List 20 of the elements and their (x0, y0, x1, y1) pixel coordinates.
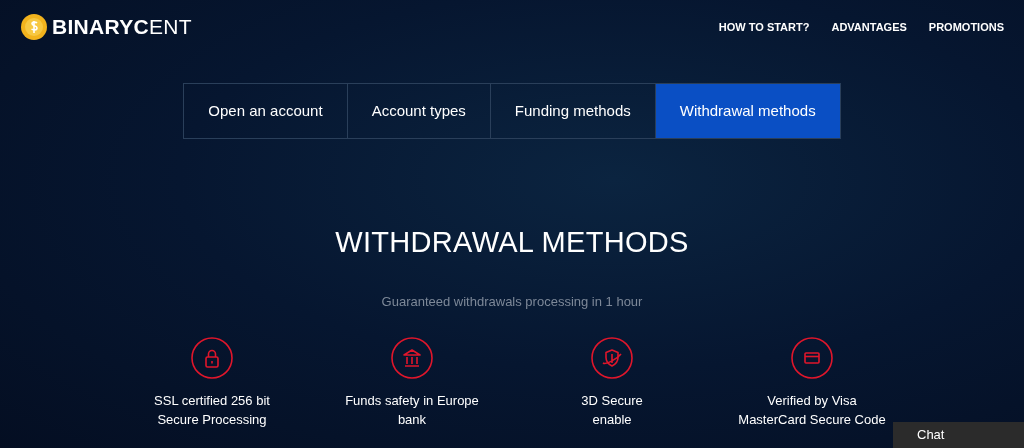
bank-icon (391, 337, 433, 380)
tab[interactable]: Withdrawal methods (654, 84, 840, 138)
subtitle: Guaranteed withdrawals processing in 1 hour (380, 292, 644, 311)
nav-link[interactable]: ADVANTAGES (831, 18, 907, 36)
feature-text: SSL certified 256 bit Secure Processing (154, 392, 270, 430)
shield-icon (591, 337, 633, 380)
feature-text: Funds safety in Europe bank (345, 392, 479, 430)
page-title: WITHDRAWAL METHODS (334, 225, 690, 260)
tab[interactable]: Open an account (184, 84, 347, 138)
tab[interactable]: Account types (346, 84, 490, 138)
nav-link[interactable]: HOW TO START? (718, 18, 810, 36)
nav-link[interactable]: PROMOTIONS (928, 18, 1004, 36)
feature-text: Verified by Visa MasterCard Secure Code (738, 392, 886, 430)
chat-button[interactable]: Chat (893, 422, 1024, 448)
lock-icon (191, 337, 233, 380)
coin-logo-icon (20, 13, 48, 41)
brand-logo[interactable]: BINARYCENT (52, 11, 192, 43)
tab[interactable]: Funding methods (489, 84, 655, 138)
feature-text: 3D Secure enable (581, 392, 643, 430)
credit-card-icon (791, 337, 833, 380)
